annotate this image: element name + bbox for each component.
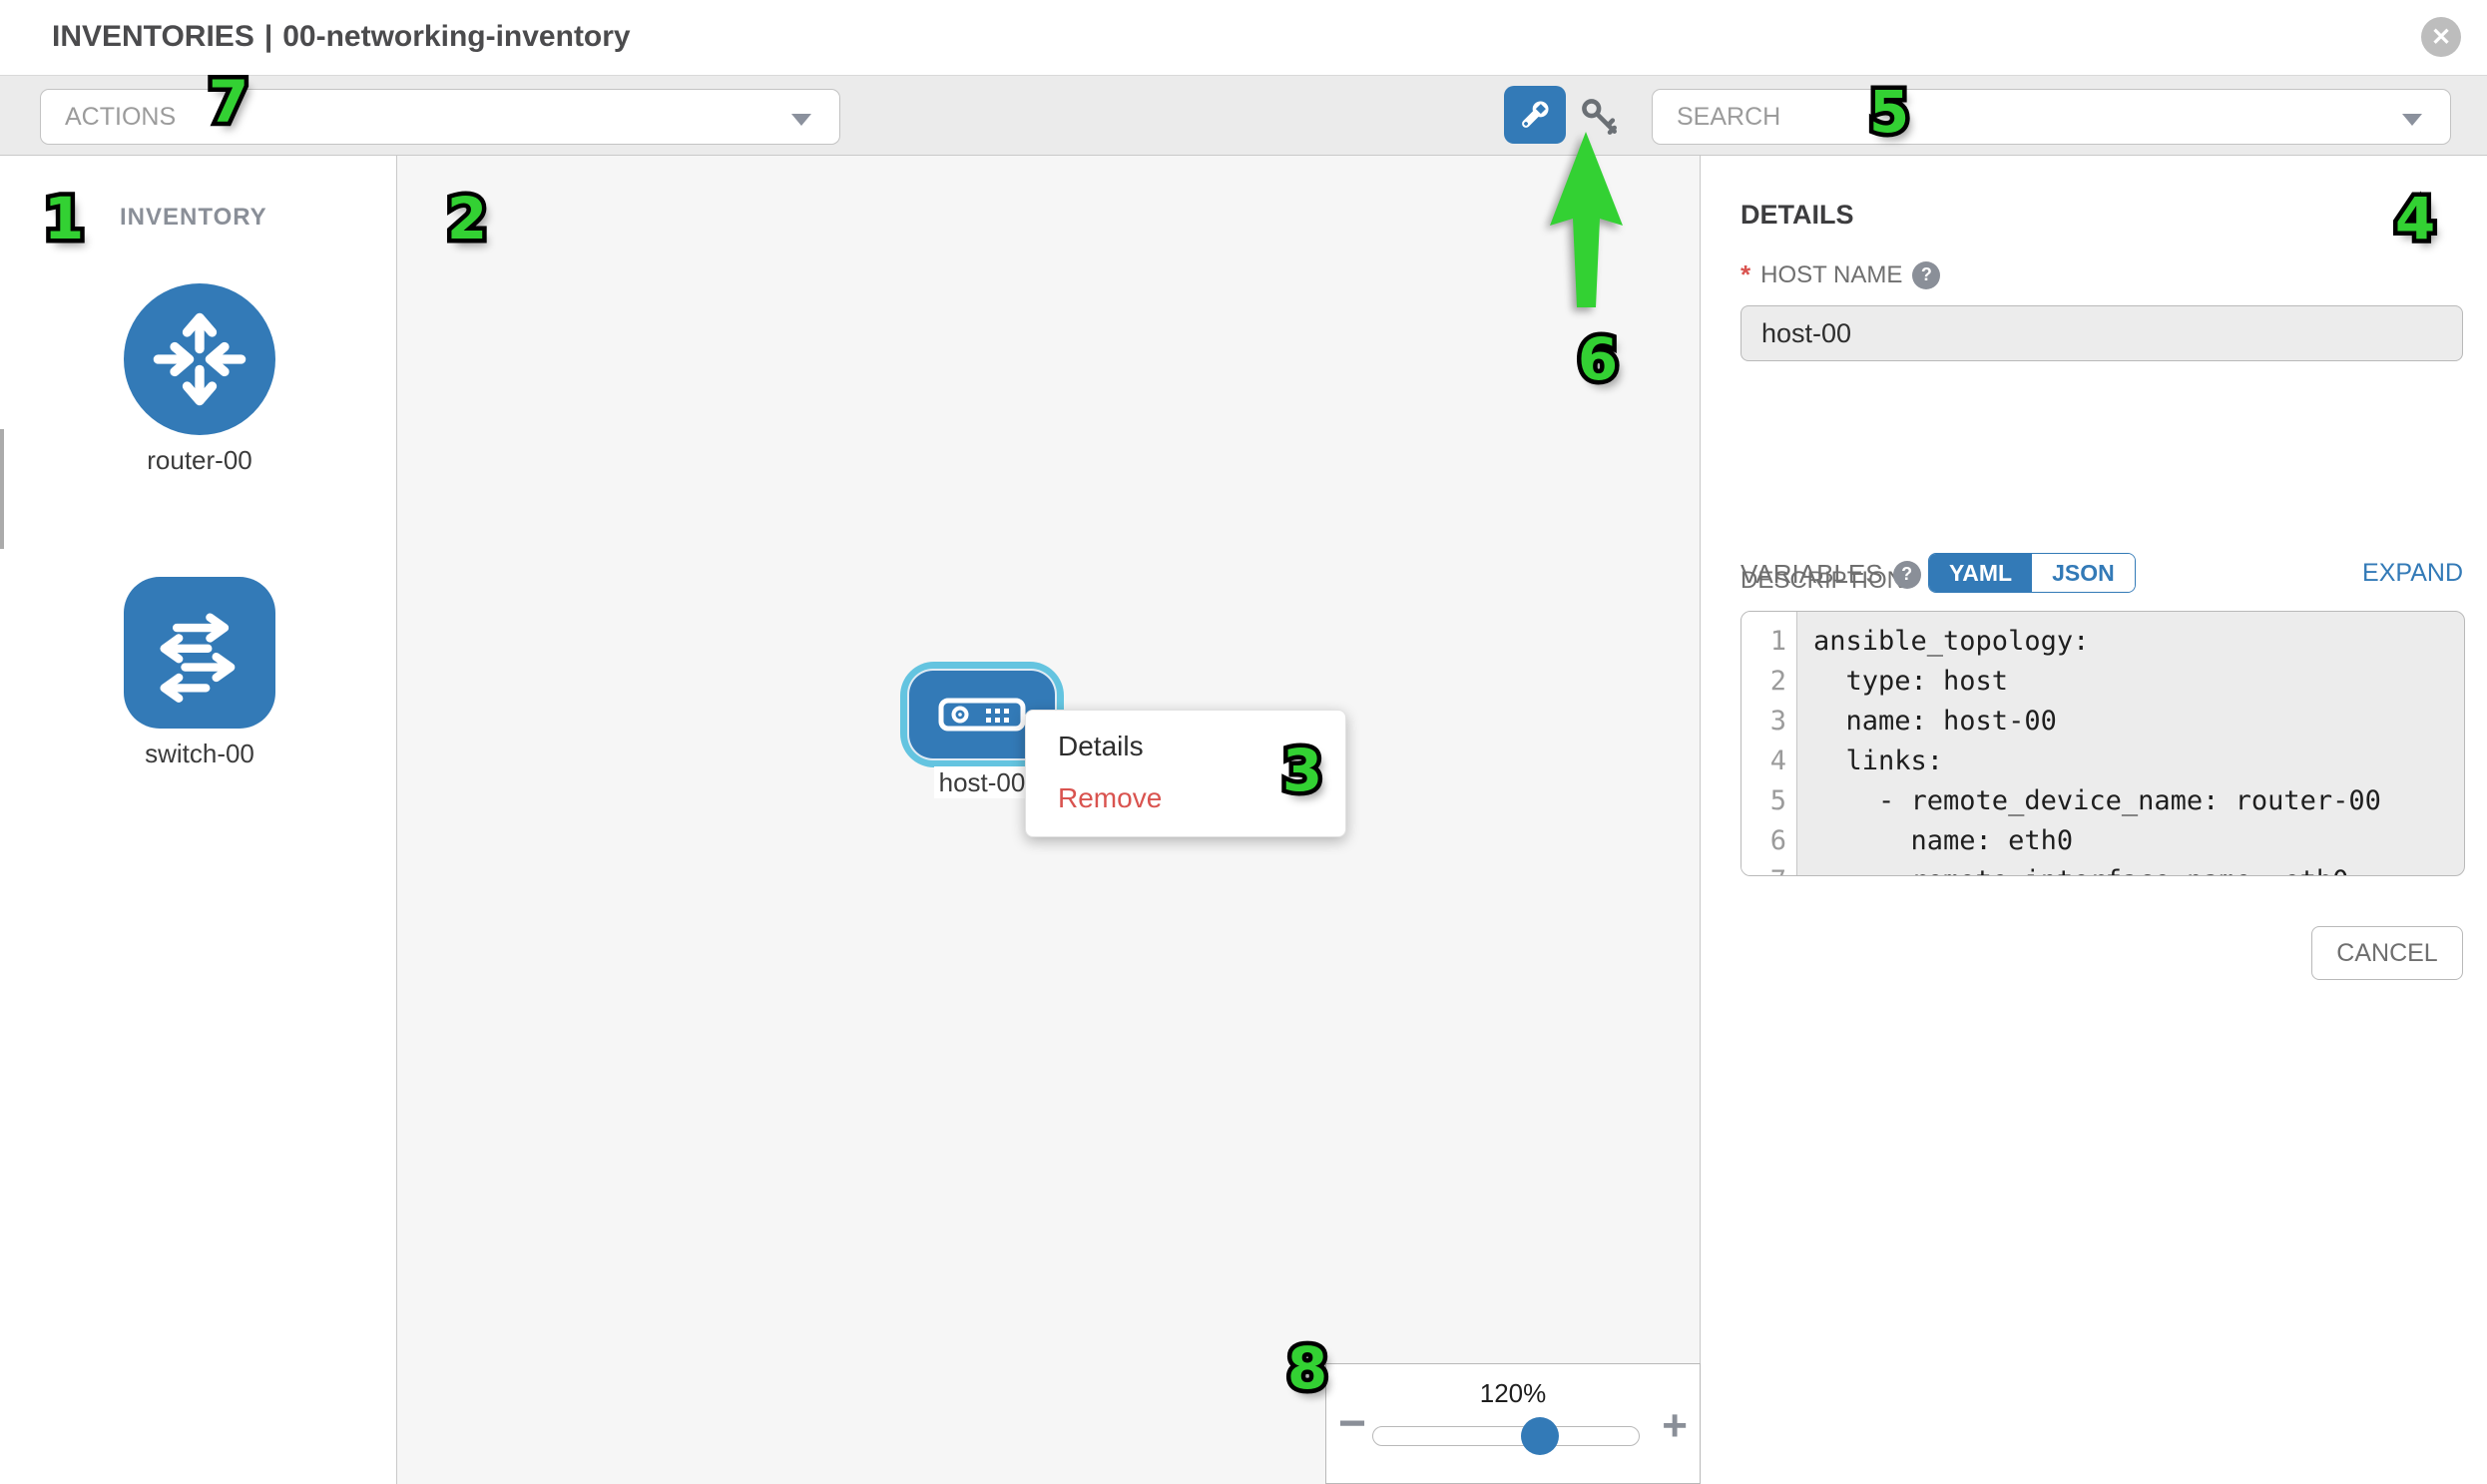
panel-title: DETAILS — [1741, 200, 1854, 231]
cancel-button-label: CANCEL — [2336, 939, 2437, 968]
line-number: 7 — [1741, 861, 1797, 876]
variables-label: VARIABLES — [1741, 559, 1883, 590]
line-number: 3 — [1741, 702, 1797, 742]
line-text: - remote_device_name: router-00 — [1797, 781, 2381, 821]
chevron-down-icon — [791, 114, 811, 126]
router-icon — [124, 283, 275, 435]
line-text: type: host — [1797, 662, 2008, 702]
key-icon — [1578, 95, 1622, 139]
line-text: name: host-00 — [1797, 702, 2057, 742]
line-number: 5 — [1741, 781, 1797, 821]
code-line: 5 - remote_device_name: router-00 — [1741, 781, 2464, 821]
details-panel: DETAILS * HOST NAME ? DESCRIPTION VARIAB… — [1701, 156, 2487, 1484]
line-number: 1 — [1741, 622, 1797, 662]
search-dropdown[interactable]: SEARCH — [1652, 89, 2451, 145]
sidebar-heading: INVENTORY — [120, 204, 267, 232]
code-line: 1ansible_topology: — [1741, 622, 2464, 662]
code-line: 3 name: host-00 — [1741, 702, 2464, 742]
close-icon[interactable]: ✕ — [2421, 17, 2461, 57]
help-icon[interactable]: ? — [1893, 561, 1921, 589]
breadcrumb: INVENTORIES|00-networking-inventory — [52, 20, 631, 54]
variables-format-toggle: YAML JSON — [1928, 553, 2136, 593]
breadcrumb-item: 00-networking-inventory — [282, 20, 630, 53]
palette-item-label: switch-00 — [124, 739, 275, 769]
line-number: 6 — [1741, 821, 1797, 861]
menu-item-remove[interactable]: Remove — [1026, 772, 1345, 824]
variables-code-editor[interactable]: 1ansible_topology: 2 type: host 3 name: … — [1741, 611, 2465, 876]
host-node-label: host-00 — [934, 766, 1030, 798]
menu-item-details[interactable]: Details — [1026, 721, 1345, 772]
zoom-in-button[interactable]: + — [1662, 1404, 1688, 1448]
expand-link[interactable]: EXPAND — [2362, 559, 2463, 588]
chevron-down-icon — [2402, 114, 2422, 126]
host-icon — [938, 698, 1026, 732]
help-glyph: ? — [1921, 264, 1932, 285]
actions-dropdown[interactable]: ACTIONS — [40, 89, 840, 145]
toggle-json[interactable]: JSON — [2032, 554, 2135, 592]
node-context-menu: Details Remove — [1025, 710, 1346, 837]
scrollbar[interactable] — [0, 429, 4, 549]
page-header: INVENTORIES|00-networking-inventory ✕ — [0, 0, 2487, 75]
configure-tools-button[interactable] — [1504, 86, 1566, 144]
code-line: 6 name: eth0 — [1741, 821, 2464, 861]
line-text: links: — [1797, 742, 1943, 781]
credentials-key-button[interactable] — [1577, 94, 1623, 140]
code-line: 2 type: host — [1741, 662, 2464, 702]
toolbar: ACTIONS SEARCH — [0, 75, 2487, 156]
palette-item-router[interactable]: router-00 — [124, 283, 275, 476]
host-name-input[interactable] — [1741, 305, 2463, 361]
zoom-level-value: 120% — [1326, 1378, 1700, 1409]
host-name-label: HOST NAME — [1760, 261, 1902, 289]
toggle-yaml[interactable]: YAML — [1929, 554, 2032, 592]
help-glyph: ? — [1901, 564, 1912, 585]
zoom-slider-track[interactable] — [1372, 1426, 1640, 1446]
variables-label-row: VARIABLES ? — [1741, 559, 1921, 590]
line-text: remote_interface_name: eth0 — [1797, 861, 2348, 876]
required-asterisk: * — [1741, 259, 1750, 290]
topology-canvas[interactable]: host-00 Details Remove 120% − + — [397, 156, 1701, 1484]
zoom-out-button[interactable]: − — [1338, 1400, 1366, 1448]
help-icon[interactable]: ? — [1912, 261, 1940, 289]
palette-item-switch[interactable]: switch-00 — [124, 577, 275, 769]
line-number: 2 — [1741, 662, 1797, 702]
close-glyph: ✕ — [2431, 23, 2451, 52]
code-line: 7 remote_interface_name: eth0 — [1741, 861, 2464, 876]
line-text: name: eth0 — [1797, 821, 2073, 861]
breadcrumb-separator: | — [254, 20, 282, 53]
wrench-icon — [1516, 96, 1554, 134]
line-number: 4 — [1741, 742, 1797, 781]
zoom-control: 120% − + — [1325, 1363, 1701, 1484]
line-text: ansible_topology: — [1797, 622, 2089, 662]
actions-dropdown-label: ACTIONS — [65, 103, 176, 132]
search-dropdown-label: SEARCH — [1677, 103, 1780, 132]
code-line: 4 links: — [1741, 742, 2464, 781]
cancel-button[interactable]: CANCEL — [2311, 926, 2463, 980]
editor-content: 1ansible_topology: 2 type: host 3 name: … — [1741, 622, 2464, 876]
host-name-label-row: * HOST NAME ? — [1741, 259, 1940, 290]
zoom-slider-thumb[interactable] — [1521, 1417, 1559, 1455]
palette-item-label: router-00 — [124, 445, 275, 476]
inventory-sidebar: INVENTORY router-00 — [0, 156, 397, 1484]
breadcrumb-section: INVENTORIES — [52, 20, 254, 53]
switch-icon — [124, 577, 275, 729]
